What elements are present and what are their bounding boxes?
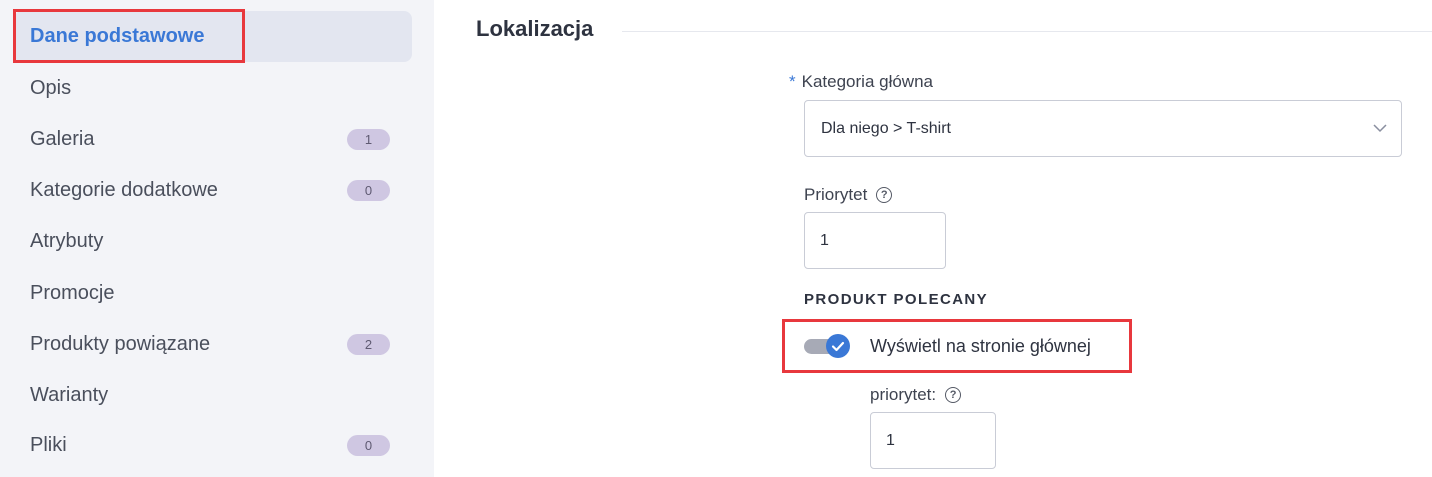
- help-circle-icon[interactable]: ?: [876, 187, 893, 203]
- required-marker: *: [789, 72, 796, 91]
- sidebar-item-label: Dane podstawowe: [30, 25, 205, 47]
- sidebar-item-kategorie-dodatkowe[interactable]: Kategorie dodatkowe 0: [14, 165, 412, 216]
- sidebar-item-label: Galeria: [30, 128, 95, 150]
- sidebar: Dane podstawowe Opis Galeria 1 Kategorie…: [0, 0, 434, 477]
- section-title: Lokalizacja: [476, 16, 594, 41]
- count-badge: 2: [347, 334, 390, 355]
- sidebar-item-dane-podstawowe[interactable]: Dane podstawowe: [14, 11, 412, 62]
- sidebar-item-label: Opis: [30, 77, 72, 99]
- toggle-knob: [826, 334, 850, 358]
- featured-toggle[interactable]: [804, 334, 850, 358]
- sidebar-item-opis[interactable]: Opis: [14, 63, 412, 114]
- chevron-down-icon: [1373, 124, 1387, 133]
- sidebar-item-label: Atrybuty: [30, 230, 104, 252]
- priority-label-text: Priorytet: [804, 185, 868, 204]
- sidebar-item-label: Warianty: [30, 384, 109, 406]
- sidebar-item-atrybuty[interactable]: Atrybuty: [14, 216, 412, 267]
- main-category-label-text: Kategoria główna: [801, 72, 933, 91]
- sidebar-item-label: Pliki: [30, 434, 67, 456]
- sidebar-item-label: Kategorie dodatkowe: [30, 179, 218, 201]
- help-circle-icon[interactable]: ?: [945, 387, 962, 403]
- sidebar-item-produkty-powiazane[interactable]: Produkty powiązane 2: [14, 319, 412, 370]
- main-category-select[interactable]: Dla niego > T-shirt: [804, 100, 1402, 157]
- sidebar-item-promocje[interactable]: Promocje: [14, 268, 412, 319]
- main-category-label: * Kategoria główna: [789, 72, 933, 92]
- featured-product-heading: PRODUKT POLECANY: [804, 291, 989, 308]
- count-badge: 1: [347, 129, 390, 150]
- featured-priority-label-text: priorytet:: [870, 385, 937, 404]
- sidebar-item-label: Produkty powiązane: [30, 333, 211, 355]
- count-badge: 0: [347, 180, 390, 201]
- check-icon: [831, 341, 845, 351]
- sidebar-item-pliki[interactable]: Pliki 0: [14, 420, 412, 471]
- featured-priority-input[interactable]: 1: [870, 412, 996, 469]
- priority-input[interactable]: 1: [804, 212, 946, 269]
- priority-label: Priorytet ?: [804, 185, 893, 205]
- count-badge: 0: [347, 435, 390, 456]
- featured-toggle-label[interactable]: Wyświetl na stronie głównej: [870, 336, 1091, 357]
- section-divider: [622, 31, 1432, 32]
- sidebar-item-galeria[interactable]: Galeria 1: [14, 114, 412, 165]
- main-category-value: Dla niego > T-shirt: [821, 119, 951, 137]
- sidebar-item-label: Promocje: [30, 282, 115, 304]
- sidebar-item-warianty[interactable]: Warianty: [14, 370, 412, 421]
- featured-priority-label: priorytet: ?: [870, 385, 962, 405]
